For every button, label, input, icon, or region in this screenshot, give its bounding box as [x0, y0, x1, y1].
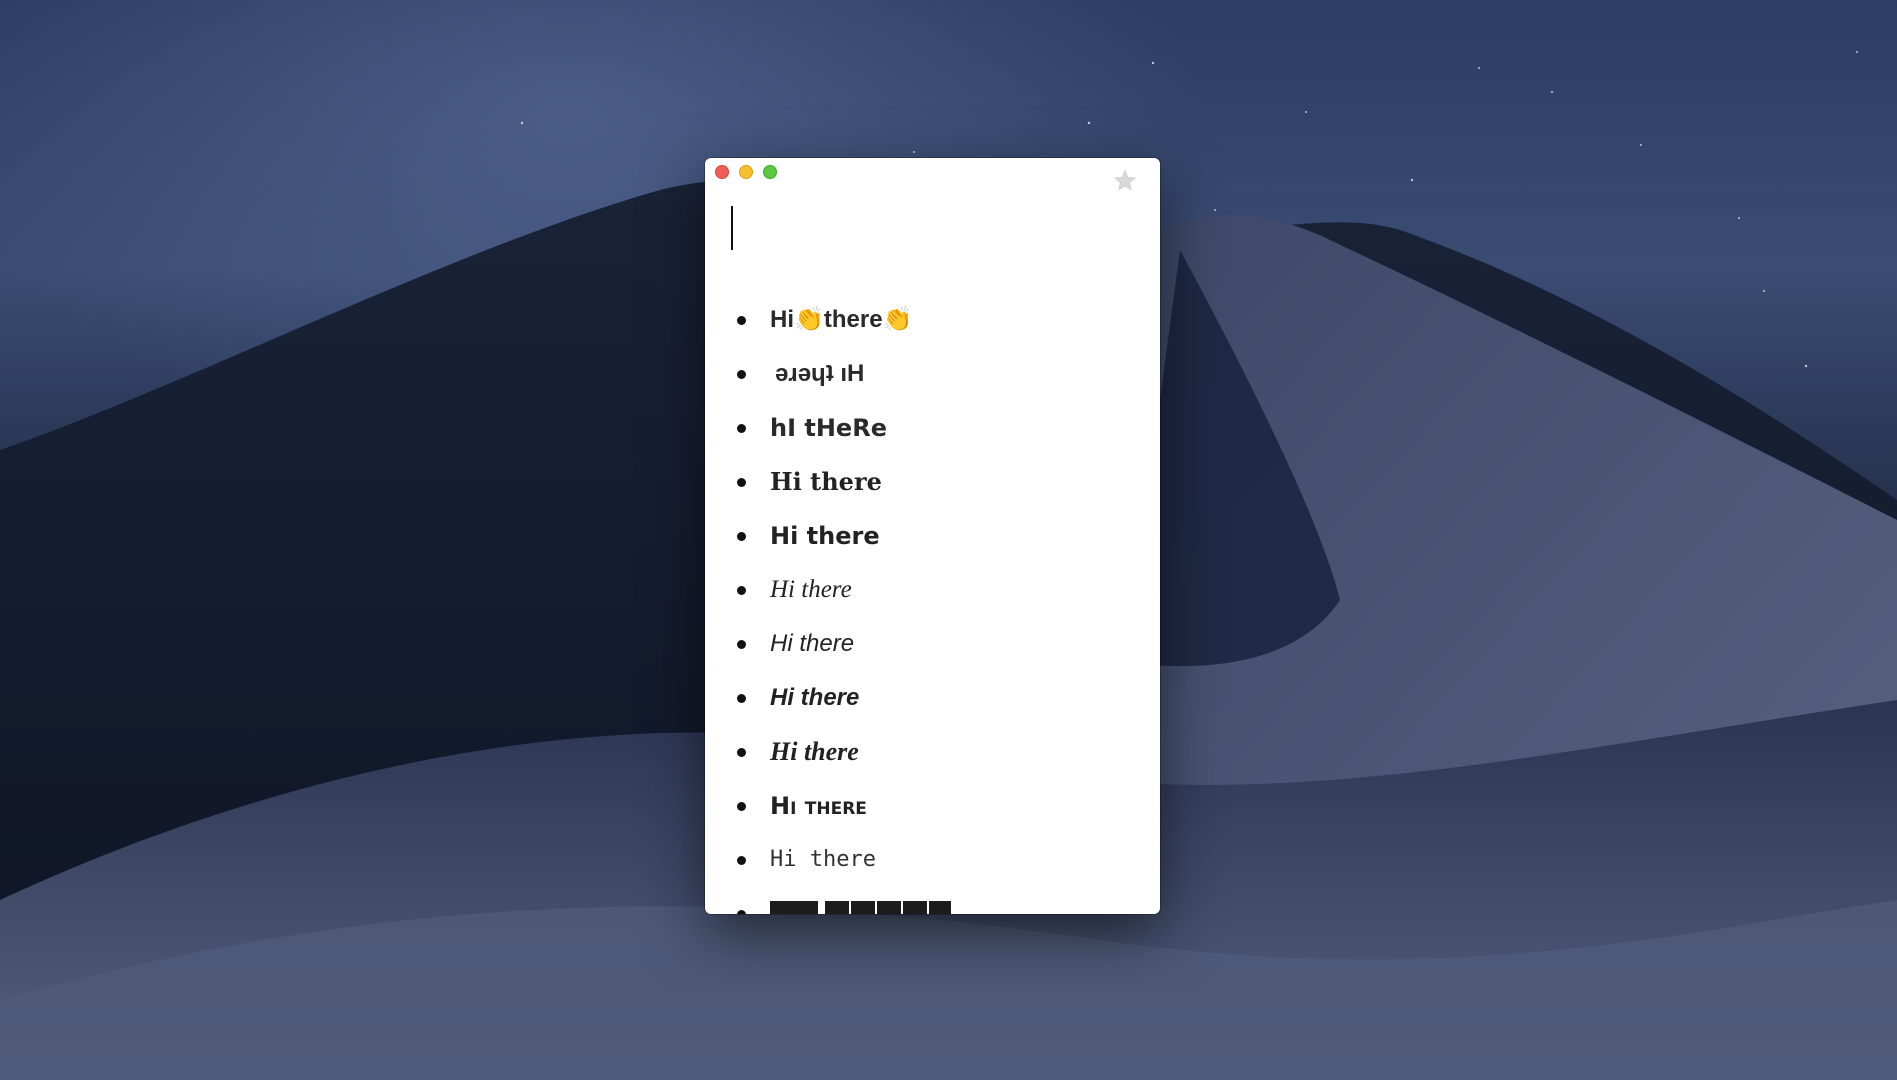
bullet	[737, 640, 746, 649]
list-item[interactable]: Hi there	[705, 732, 1160, 772]
list-item[interactable]: Hi there	[705, 624, 1160, 664]
square-glyph	[903, 901, 927, 914]
list-item[interactable]: hI tHeRe	[705, 408, 1160, 448]
result-text: Hi there	[770, 684, 860, 711]
result-text: hI tHeRe	[770, 414, 887, 442]
result-text: Hi there	[770, 467, 882, 496]
bullet	[737, 802, 746, 811]
app-window: Hi👏there👏 ǝɹǝɥʇ ıH hI tHeRe Hi there Hi …	[705, 158, 1160, 914]
result-text: Hi there	[770, 847, 876, 872]
result-text: Hi there	[770, 792, 867, 820]
result-text: Hi there	[770, 576, 852, 603]
square-glyph	[877, 901, 901, 914]
square-glyph	[851, 901, 875, 914]
bullet	[737, 478, 746, 487]
result-text: Hi there	[770, 630, 855, 657]
list-item[interactable]	[705, 894, 1160, 914]
square-glyph	[929, 901, 951, 914]
bullet	[737, 370, 746, 379]
result-text: Hi there	[770, 737, 859, 766]
result-text: Hi there	[770, 522, 880, 550]
bullet	[737, 424, 746, 433]
list-item[interactable]: Hi there	[705, 516, 1160, 556]
bullet	[737, 910, 746, 914]
square-glyph	[770, 901, 818, 914]
list-item[interactable]: ǝɹǝɥʇ ıH	[705, 354, 1160, 394]
list-item[interactable]: Hi👏there👏	[705, 300, 1160, 340]
bullet	[737, 532, 746, 541]
bullet	[737, 856, 746, 865]
result-text: Hi👏there👏	[770, 306, 913, 333]
results-list: Hi👏there👏 ǝɹǝɥʇ ıH hI tHeRe Hi there Hi …	[705, 158, 1160, 914]
list-item[interactable]: Hi there	[705, 786, 1160, 826]
list-item[interactable]: Hi there	[705, 462, 1160, 502]
bullet	[737, 748, 746, 757]
bullet	[737, 694, 746, 703]
list-item[interactable]: Hi there	[705, 570, 1160, 610]
result-text: ǝɹǝɥʇ ıH	[775, 360, 865, 387]
bullet	[737, 586, 746, 595]
square-glyph	[825, 901, 849, 914]
list-item[interactable]: Hi there	[705, 840, 1160, 880]
list-item[interactable]: Hi there	[705, 678, 1160, 718]
bullet	[737, 316, 746, 325]
